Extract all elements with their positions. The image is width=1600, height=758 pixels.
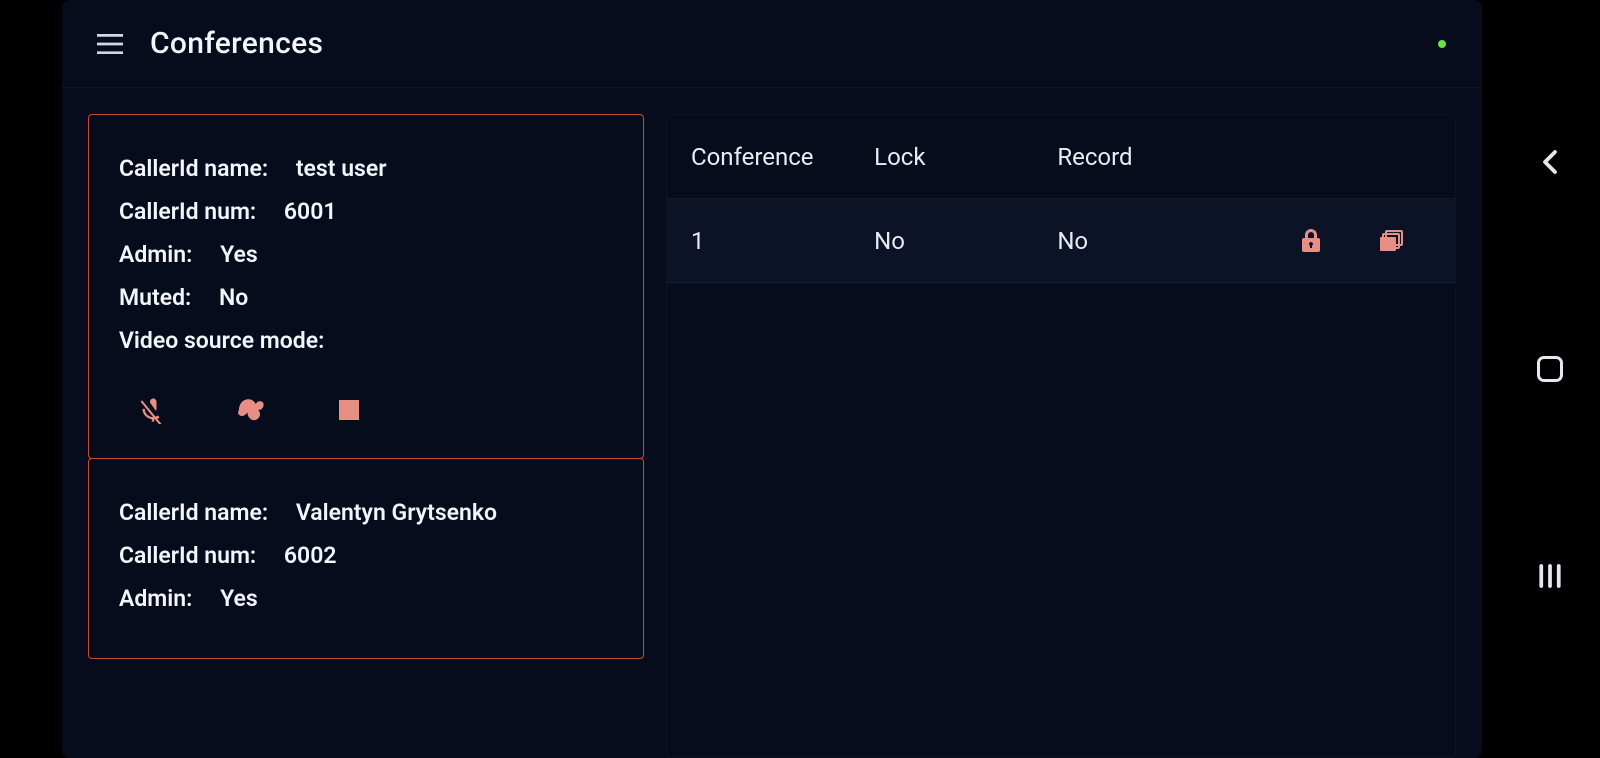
callerid-name-label: CallerId name: xyxy=(119,155,268,182)
callerid-num-value: 6002 xyxy=(284,542,337,569)
system-nav-bar xyxy=(1500,0,1600,758)
cell-conference: 1 xyxy=(691,227,874,255)
admin-label: Admin: xyxy=(119,241,192,268)
callerid-name-value: test user xyxy=(296,155,387,182)
admin-label: Admin: xyxy=(119,585,192,612)
participant-field: Admin: Yes xyxy=(119,241,613,268)
video-source-mode-label: Video source mode: xyxy=(119,327,324,354)
participant-card[interactable]: CallerId name: test user CallerId num: 6… xyxy=(88,114,644,459)
col-record: Record xyxy=(1057,143,1271,171)
page-title: Conferences xyxy=(150,26,323,61)
app-screen: Conferences CallerId name: test user Cal… xyxy=(62,0,1482,758)
stop-icon xyxy=(339,400,359,420)
participant-field: Video source mode: xyxy=(119,327,613,354)
participant-field: CallerId num: 6002 xyxy=(119,542,613,569)
callerid-num-label: CallerId num: xyxy=(119,542,256,569)
stack-icon xyxy=(1379,230,1403,252)
square-outline-icon xyxy=(1537,356,1563,382)
mic-muted-icon xyxy=(139,396,167,424)
stack-action[interactable] xyxy=(1351,230,1431,252)
cell-record: No xyxy=(1057,227,1271,255)
admin-value: Yes xyxy=(220,241,258,268)
participant-card[interactable]: CallerId name: Valentyn Grytsenko Caller… xyxy=(88,458,644,659)
system-back-button[interactable] xyxy=(1528,140,1572,184)
table-row[interactable]: 1 No No xyxy=(667,199,1455,283)
hamburger-icon xyxy=(97,34,123,54)
participant-field: CallerId name: test user xyxy=(119,155,613,182)
participant-field: CallerId name: Valentyn Grytsenko xyxy=(119,499,613,526)
participant-actions xyxy=(119,392,613,428)
participant-field: Muted: No xyxy=(119,284,613,311)
lock-action[interactable] xyxy=(1271,229,1351,253)
video-icon xyxy=(236,398,266,422)
col-lock: Lock xyxy=(874,143,1057,171)
chevron-left-icon xyxy=(1535,147,1565,177)
participant-field: Admin: Yes xyxy=(119,585,613,612)
callerid-name-value: Valentyn Grytsenko xyxy=(296,499,497,526)
callerid-num-value: 6001 xyxy=(284,198,337,225)
stop-button[interactable] xyxy=(331,392,367,428)
connection-status-dot xyxy=(1438,40,1446,48)
top-bar: Conferences xyxy=(62,0,1482,88)
table-header: Conference Lock Record xyxy=(667,115,1455,199)
mute-button[interactable] xyxy=(135,392,171,428)
participants-panel: CallerId name: test user CallerId num: 6… xyxy=(88,114,644,758)
video-button[interactable] xyxy=(233,392,269,428)
participant-field: CallerId num: 6001 xyxy=(119,198,613,225)
muted-label: Muted: xyxy=(119,284,191,311)
system-recents-button[interactable] xyxy=(1528,554,1572,598)
admin-value: Yes xyxy=(220,585,258,612)
lock-icon xyxy=(1301,229,1321,253)
content-area: CallerId name: test user CallerId num: 6… xyxy=(62,88,1482,758)
callerid-name-label: CallerId name: xyxy=(119,499,268,526)
col-conference: Conference xyxy=(691,143,874,171)
callerid-num-label: CallerId num: xyxy=(119,198,256,225)
system-home-button[interactable] xyxy=(1528,347,1572,391)
recents-icon xyxy=(1535,561,1565,591)
menu-button[interactable] xyxy=(90,24,130,64)
muted-value: No xyxy=(219,284,248,311)
cell-lock: No xyxy=(874,227,1057,255)
conferences-table: Conference Lock Record 1 No No xyxy=(666,114,1456,758)
